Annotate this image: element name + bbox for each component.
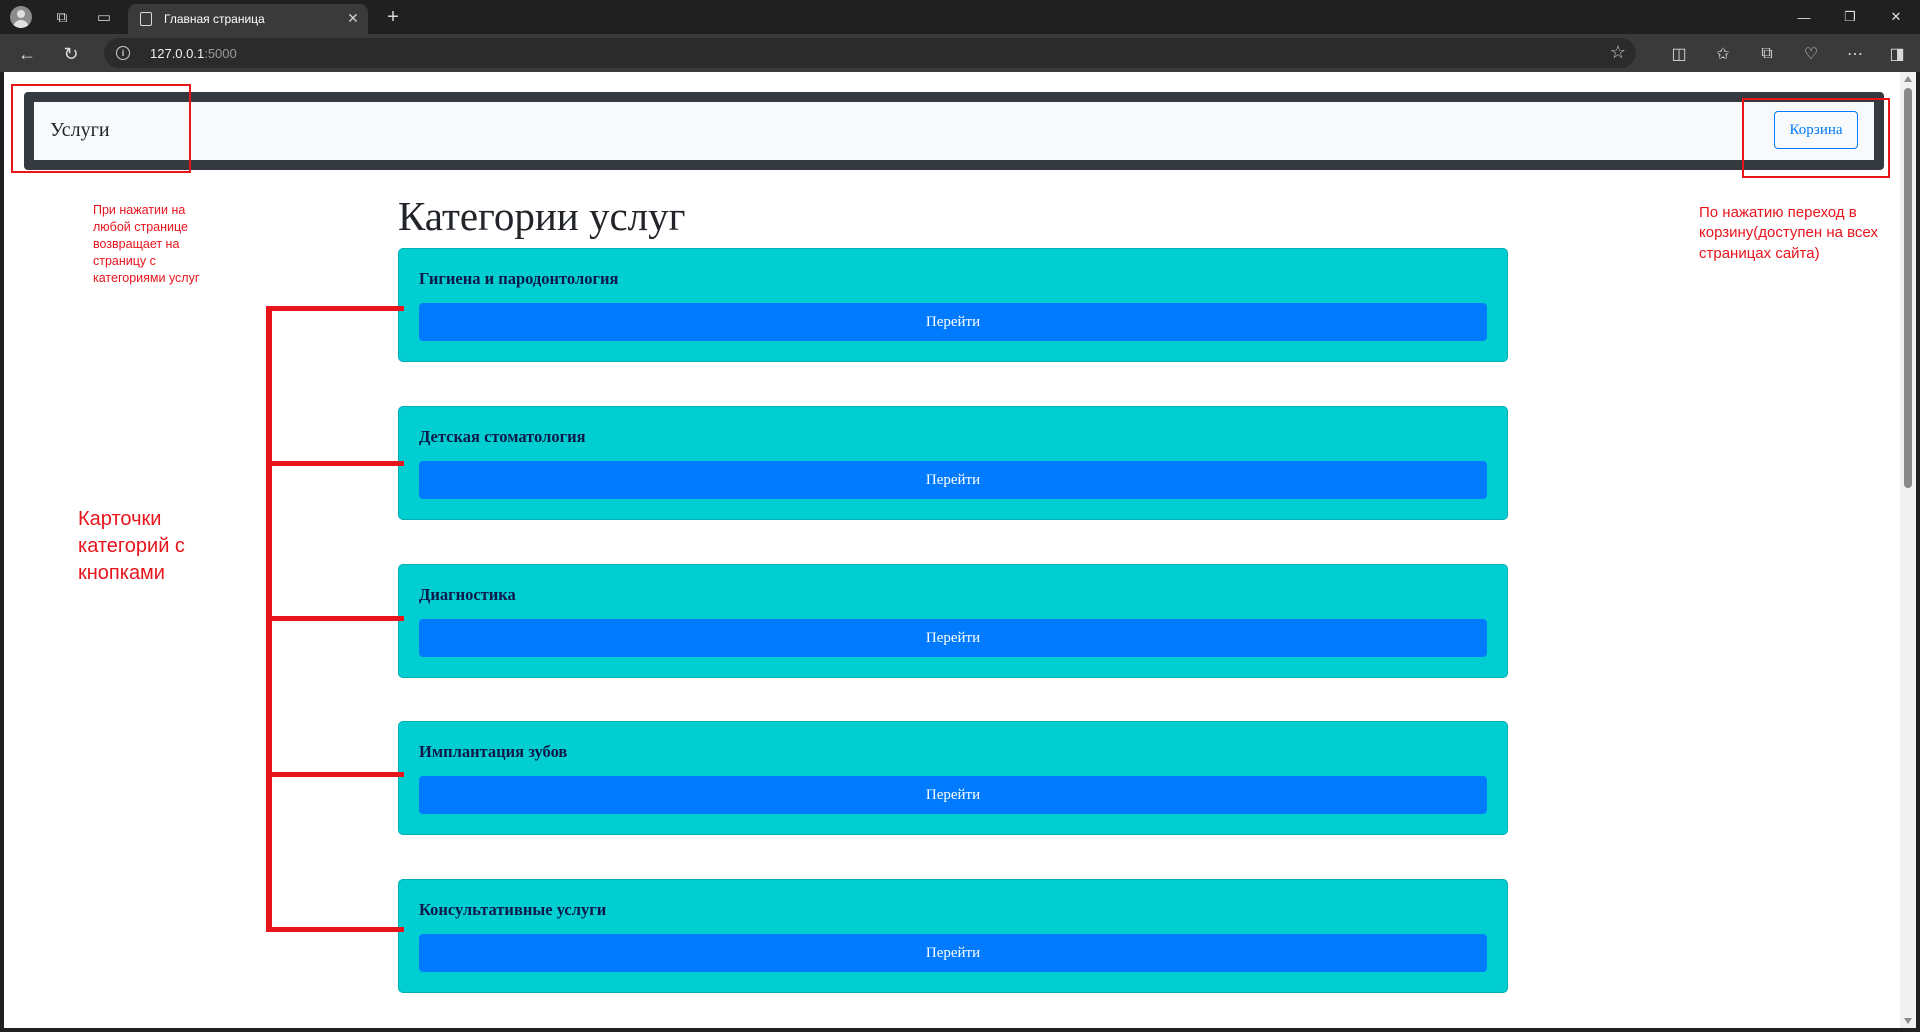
page-title: Категории услуг xyxy=(398,193,686,239)
reload-icon[interactable]: ↻ xyxy=(58,41,84,67)
bracket-connector xyxy=(266,461,404,466)
minimize-icon[interactable]: — xyxy=(1788,4,1820,30)
category-card-title: Детская стоматология xyxy=(419,427,586,446)
close-tab-icon[interactable]: ✕ xyxy=(344,9,362,27)
workspaces-icon[interactable]: ⧉ xyxy=(50,5,74,29)
category-card: Детская стоматология Перейти xyxy=(398,406,1508,520)
browser-tab-bar: ⧉ ▭ Главная страница ✕ + — ❐ ✕ xyxy=(0,0,1920,34)
cart-annotation-frame xyxy=(1742,98,1890,178)
page-scrollbar[interactable] xyxy=(1900,72,1916,1028)
bracket-connector xyxy=(266,772,404,777)
category-go-button[interactable]: Перейти xyxy=(419,461,1487,499)
favorite-star-icon[interactable]: ☆ xyxy=(1610,42,1626,63)
category-go-button[interactable]: Перейти xyxy=(419,776,1487,814)
close-window-icon[interactable]: ✕ xyxy=(1880,4,1912,30)
category-card: Диагностика Перейти xyxy=(398,564,1508,678)
category-card-title: Имплантация зубов xyxy=(419,742,568,761)
cart-annotation-note: По нажатию переход в корзину(доступен на… xyxy=(1699,204,1878,262)
collections-icon[interactable]: ⧉ xyxy=(1754,41,1780,67)
site-info-icon[interactable]: i xyxy=(116,46,130,60)
brand-annotation-note: При нажатии на любой странице возвращает… xyxy=(93,203,200,285)
bracket-connector xyxy=(266,616,404,621)
scroll-up-icon[interactable] xyxy=(1904,76,1912,82)
brand-annotation-frame xyxy=(11,84,191,173)
scrollbar-thumb[interactable] xyxy=(1904,88,1912,488)
browser-tab-active[interactable]: Главная страница ✕ xyxy=(128,4,368,34)
scroll-down-icon[interactable] xyxy=(1904,1018,1912,1024)
category-card-title: Гигиена и пародонтология xyxy=(419,269,619,288)
back-icon[interactable]: ← xyxy=(14,41,40,67)
more-options-icon[interactable]: ⋯ xyxy=(1842,41,1868,67)
sidebar-toggle-icon[interactable]: ◨ xyxy=(1884,41,1910,67)
bracket-connector xyxy=(266,927,404,932)
new-tab-icon[interactable]: + xyxy=(380,4,406,30)
page-icon xyxy=(140,12,152,26)
browser-essentials-icon[interactable]: ♡ xyxy=(1798,41,1824,67)
favorites-icon[interactable]: ✩ xyxy=(1710,41,1736,67)
split-screen-icon[interactable]: ◫ xyxy=(1666,41,1692,67)
tab-title: Главная страница xyxy=(164,12,265,26)
site-navbar: Услуги Корзина xyxy=(24,92,1884,170)
category-card-title: Диагностика xyxy=(419,585,516,604)
tab-actions-icon[interactable]: ▭ xyxy=(92,5,116,29)
category-go-button[interactable]: Перейти xyxy=(419,619,1487,657)
category-card-title: Консультативные услуги xyxy=(419,900,607,919)
page-viewport: Услуги Корзина Категории услуг Гигиена и… xyxy=(4,72,1900,1028)
category-go-button[interactable]: Перейти xyxy=(419,934,1487,972)
category-card: Гигиена и пародонтология Перейти xyxy=(398,248,1508,362)
category-go-button[interactable]: Перейти xyxy=(419,303,1487,341)
cards-annotation-note: Карточки категорий с кнопками xyxy=(78,508,185,584)
address-bar[interactable]: i 127.0.0.1:5000 ☆ xyxy=(104,38,1636,68)
profile-avatar-icon[interactable] xyxy=(10,6,32,28)
bracket-connector xyxy=(266,306,404,311)
category-card: Имплантация зубов Перейти xyxy=(398,721,1508,835)
browser-toolbar: ← ↻ i 127.0.0.1:5000 ☆ ◫ ✩ ⧉ ♡ ⋯ ◨ xyxy=(0,34,1920,72)
restore-icon[interactable]: ❐ xyxy=(1834,4,1866,30)
url-text: 127.0.0.1:5000 xyxy=(150,46,237,61)
category-card: Консультативные услуги Перейти xyxy=(398,879,1508,993)
